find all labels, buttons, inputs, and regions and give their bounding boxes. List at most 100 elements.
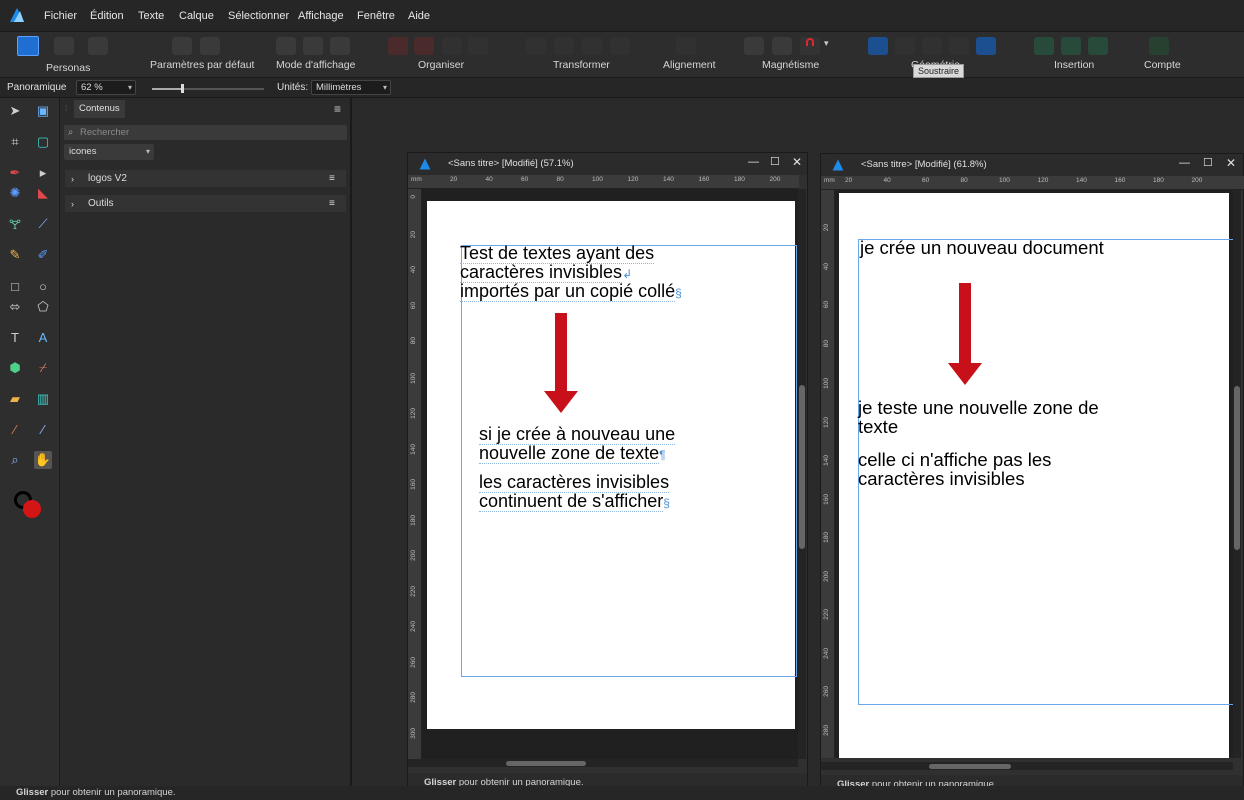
zoom-tool-icon[interactable]: ⌕ [6, 451, 24, 469]
gradient-tool-icon[interactable]: ✺ [6, 184, 24, 202]
menu-edition[interactable]: Édition [90, 10, 124, 22]
view-mode-icon[interactable] [276, 37, 296, 55]
view-mode-alt2-icon[interactable] [330, 37, 350, 55]
transform-flip-v-icon[interactable] [554, 37, 574, 55]
down-arrow-icon[interactable] [544, 391, 578, 413]
scrollbar-thumb[interactable] [1234, 386, 1240, 550]
scrollbar-thumb[interactable] [506, 761, 586, 766]
settings-icon[interactable] [172, 37, 192, 55]
transform-rotate-cw-icon[interactable] [610, 37, 630, 55]
canvas[interactable]: je crée un nouveau document je teste une… [835, 190, 1234, 758]
units-select[interactable]: Millimètres ▾ [311, 80, 391, 95]
chevron-down-icon[interactable]: ▾ [824, 38, 829, 49]
zoom-slider[interactable] [152, 84, 264, 93]
align-icon[interactable] [676, 37, 696, 55]
zoom-slider-handle[interactable] [181, 84, 185, 93]
horizontal-scrollbar[interactable] [821, 762, 1233, 770]
chevron-right-icon[interactable]: › [71, 195, 74, 213]
transparency-tool-icon[interactable]: ⟋ [34, 215, 52, 233]
text-block-bottom[interactable]: celle ci n'affiche pas les caractères in… [858, 450, 1051, 489]
insert-front-icon[interactable] [1088, 37, 1108, 55]
move-tool-icon[interactable]: ➤ [6, 102, 24, 120]
grip-icon[interactable]: ⁞ [65, 104, 67, 113]
node-tool-icon[interactable]: ▸ [34, 164, 52, 182]
snapping-options-icon[interactable] [772, 37, 792, 55]
eyedropper-tool-icon[interactable]: ⌿ [34, 359, 52, 377]
menu-calque[interactable]: Calque [179, 10, 214, 22]
hand-tool-icon[interactable]: ✋ [34, 451, 52, 469]
measure-tool-icon[interactable]: ▰ [6, 390, 24, 408]
text-block-top[interactable]: je crée un nouveau document [860, 238, 1104, 258]
list-item[interactable]: › Outils ≡ [64, 194, 347, 213]
vertical-scrollbar[interactable] [1233, 190, 1241, 758]
arrow-shaft[interactable] [555, 313, 567, 393]
fill-tool-icon[interactable]: 🝖 [6, 215, 24, 233]
rectangle-tool-icon[interactable]: □ [6, 277, 24, 295]
artboard-tool-icon[interactable]: ▢ [34, 133, 52, 151]
settings-alt-icon[interactable] [200, 37, 220, 55]
pen-tool-icon[interactable]: ✒ [6, 164, 24, 182]
minimize-icon[interactable]: — [748, 156, 759, 168]
text-block-mid[interactable]: je teste une nouvelle zone de texte [858, 398, 1099, 437]
row-menu-icon[interactable]: ≡ [329, 195, 335, 213]
scrollbar-thumb[interactable] [799, 385, 805, 549]
view-mode-alt-icon[interactable] [303, 37, 323, 55]
scrollbar-thumb[interactable] [929, 764, 1011, 769]
horizontal-scrollbar[interactable] [408, 759, 798, 767]
geometry-subtract-icon[interactable] [895, 37, 915, 55]
text-block-bottom[interactable]: les caractères invisibles continuent de … [479, 472, 670, 512]
menu-fichier[interactable]: Fichier [44, 10, 77, 22]
cog-shape-tool-icon[interactable]: ⬠ [34, 298, 52, 316]
horizontal-ruler[interactable]: mm 20 40 60 80 100 120 140 160 180 200 [821, 176, 1244, 190]
geometry-divide-icon[interactable] [976, 37, 996, 55]
corner-tool-icon[interactable]: ◣ [34, 184, 52, 202]
arrange-backward-icon[interactable] [414, 37, 434, 55]
menu-selectionner[interactable]: Sélectionner [228, 10, 289, 22]
vector-crop-tool-icon[interactable]: ⬢ [6, 359, 24, 377]
list-item[interactable]: › logos V2 ≡ [64, 169, 347, 188]
color-swatch[interactable] [14, 491, 41, 518]
minimize-icon[interactable]: — [1179, 157, 1190, 169]
arrange-front-icon[interactable] [468, 37, 488, 55]
designer-persona-icon[interactable] [17, 36, 39, 56]
geometry-xor-icon[interactable] [949, 37, 969, 55]
geometry-add-icon[interactable] [868, 37, 888, 55]
row-menu-icon[interactable]: ≡ [329, 170, 335, 188]
text-block-mid[interactable]: si je crée à nouveau une nouvelle zone d… [479, 424, 676, 464]
menu-texte[interactable]: Texte [138, 10, 164, 22]
place-image-tool-icon[interactable]: ▣ [34, 102, 52, 120]
search-input[interactable]: ⌕ Rechercher [64, 125, 347, 140]
vertical-ruler[interactable]: 20 40 60 80 100 120 140 160 180 200 220 240 260 280 [821, 190, 835, 758]
maximize-icon[interactable]: ☐ [1203, 156, 1213, 169]
menu-aide[interactable]: Aide [408, 10, 430, 22]
insert-behind-icon[interactable] [1061, 37, 1081, 55]
crop-tool-icon[interactable]: ⌗ [6, 133, 24, 151]
snapping-grid-icon[interactable] [744, 37, 764, 55]
fill-color[interactable] [23, 500, 41, 518]
arrow-shaft[interactable] [959, 283, 971, 365]
maximize-icon[interactable]: ☐ [770, 155, 780, 168]
transform-rotate-icon[interactable] [582, 37, 602, 55]
horizontal-ruler[interactable]: mm 20 40 60 80 100 120 140 160 180 200 [408, 175, 799, 189]
style-picker-tool-icon[interactable]: ⁄ [34, 420, 52, 438]
pencil-tool-icon[interactable]: ✎ [6, 246, 24, 264]
category-select[interactable]: icones ▾ [64, 144, 154, 160]
tab-contents[interactable]: Contenus [74, 100, 125, 118]
account-icon[interactable] [1149, 37, 1169, 55]
ellipse-tool-icon[interactable]: ○ [34, 277, 52, 295]
vertical-scrollbar[interactable] [798, 189, 806, 759]
export-persona-icon[interactable] [88, 37, 108, 55]
geometry-intersect-icon[interactable] [922, 37, 942, 55]
transform-flip-icon[interactable] [526, 37, 546, 55]
slice-tool-icon[interactable]: ▥ [34, 390, 52, 408]
pixel-persona-icon[interactable] [54, 37, 74, 55]
close-icon[interactable]: ✕ [792, 155, 802, 169]
arrange-back-icon[interactable] [388, 37, 408, 55]
artistic-text-tool-icon[interactable]: A [34, 328, 52, 346]
down-arrow-icon[interactable] [948, 363, 982, 385]
vertical-ruler[interactable]: 0 20 40 60 80 100 120 140 160 180 200 220 240 260 280 3… [408, 189, 422, 759]
arrange-forward-icon[interactable] [442, 37, 462, 55]
close-icon[interactable]: ✕ [1226, 156, 1236, 170]
menu-fenetre[interactable]: Fenêtre [357, 10, 395, 22]
canvas[interactable]: Test de textes ayant des caractères invi… [422, 189, 798, 759]
